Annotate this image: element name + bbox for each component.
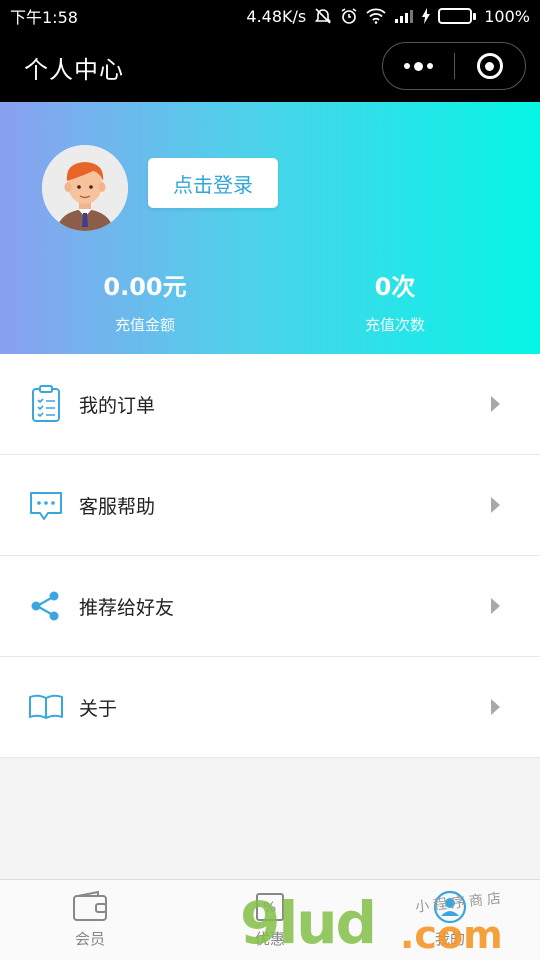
status-time: 下午1:58 [10, 8, 78, 27]
menu-item-label: 关于 [79, 697, 118, 720]
charging-icon [422, 8, 431, 24]
share-icon [31, 591, 59, 621]
chevron-right-icon [491, 396, 500, 412]
alarm-off-icon [315, 8, 332, 24]
menu-item-label: 推荐给好友 [79, 596, 175, 619]
more-dots-icon [403, 61, 433, 71]
chevron-right-icon [491, 699, 500, 715]
mini-program-capsule [382, 42, 526, 90]
tab-member[interactable]: 会员 [0, 880, 180, 960]
menu-list: 我的订单 客服帮助 推荐给好友 关于 [0, 354, 540, 758]
user-icon [433, 890, 467, 924]
chat-bubble-icon [30, 492, 62, 520]
menu-item-label: 我的订单 [79, 394, 156, 417]
status-icons: 4.48K/s 100% [246, 7, 530, 26]
close-mini-program-button[interactable] [455, 43, 526, 89]
recharge-amount-label: 充值金额 [114, 316, 175, 334]
wallet-icon [73, 890, 107, 921]
clipboard-icon [32, 385, 60, 422]
book-icon [29, 694, 63, 719]
network-speed: 4.48K/s [246, 6, 307, 26]
menu-item-about[interactable]: 关于 [0, 657, 540, 758]
profile-header: 点击登录 0.00元 充值金额 0次 充值次数 [0, 102, 540, 354]
more-button[interactable] [383, 43, 454, 89]
chevron-right-icon [491, 497, 500, 513]
coupon-icon: % [256, 893, 284, 921]
recharge-count-label: 充值次数 [364, 316, 425, 334]
tab-bar: 会员 % 优惠 我的 [0, 879, 540, 960]
menu-item-customer-service[interactable]: 客服帮助 [0, 455, 540, 556]
target-icon [476, 53, 503, 79]
page-title: 个人中心 [24, 55, 124, 84]
recharge-amount-value: 0.00元 [103, 273, 187, 301]
svg-text:%: % [263, 900, 276, 916]
recharge-amount-stat: 0.00元 充值金额 [45, 267, 245, 335]
avatar-illustration [42, 145, 128, 231]
tab-label: 我的 [434, 930, 465, 948]
status-bar: 下午1:58 4.48K/s 100% [0, 0, 540, 32]
alarm-icon [341, 8, 357, 24]
recharge-count-value: 0次 [374, 273, 416, 301]
menu-item-label: 客服帮助 [79, 495, 156, 518]
tab-discount[interactable]: % 优惠 [180, 880, 360, 960]
tab-label: 会员 [74, 930, 105, 948]
tab-mine[interactable]: 我的 [360, 880, 540, 960]
signal-icon [395, 10, 414, 23]
nav-bar: 个人中心 [0, 32, 540, 102]
avatar[interactable] [42, 145, 128, 231]
recharge-count-stat: 0次 充值次数 [295, 267, 495, 335]
menu-item-orders[interactable]: 我的订单 [0, 354, 540, 455]
chevron-right-icon [491, 598, 500, 614]
login-button[interactable]: 点击登录 [148, 158, 278, 208]
tab-label: 优惠 [254, 930, 285, 948]
wifi-icon [366, 8, 386, 24]
battery-icon [438, 8, 477, 24]
battery-percent: 100% [484, 6, 530, 26]
menu-item-recommend[interactable]: 推荐给好友 [0, 556, 540, 657]
